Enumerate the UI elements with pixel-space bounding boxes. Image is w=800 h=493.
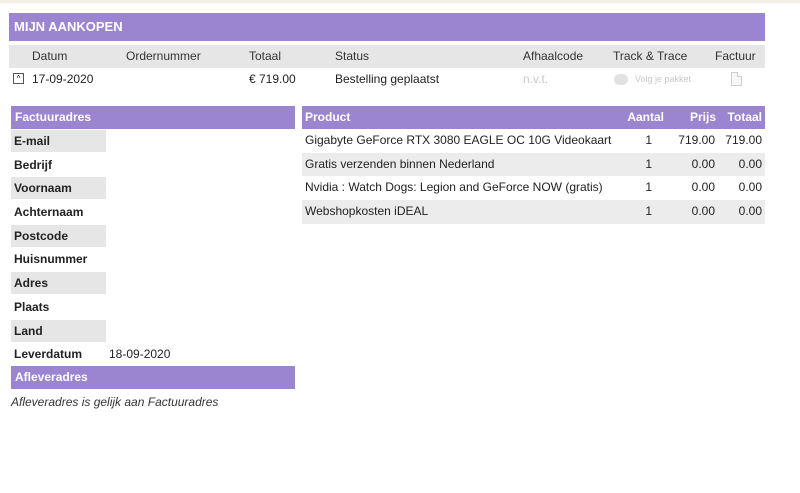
order-total: € 719.00 bbox=[249, 72, 296, 86]
col-prijs: Prijs bbox=[689, 110, 716, 124]
billing-label: Adres bbox=[11, 272, 106, 295]
delivery-note: Afleveradres is gelijk aan Factuuradres bbox=[11, 395, 219, 409]
billing-address-table: E-mail Bedrijf Voornaam Achternaam Postc… bbox=[11, 130, 295, 367]
billing-row-housenumber: Huisnummer bbox=[11, 248, 295, 272]
product-price: 0.00 bbox=[691, 204, 715, 219]
product-price: 719.00 bbox=[678, 133, 715, 147]
col-product: Product bbox=[305, 110, 351, 124]
billing-row-company: Bedrijf bbox=[11, 154, 295, 178]
billing-header: Factuuradres bbox=[11, 106, 295, 129]
billing-value: 18-09-2020 bbox=[109, 347, 171, 362]
col-aantal: Aantal bbox=[627, 110, 664, 124]
order-status: Bestelling geplaatst bbox=[335, 72, 440, 86]
product-total: 719.00 bbox=[725, 133, 762, 147]
order-row: ^ 17-09-2020 € 719.00 Bestelling geplaat… bbox=[9, 68, 765, 91]
billing-row-postcode: Postcode bbox=[11, 224, 295, 249]
col-track-trace: Track & Trace bbox=[613, 49, 688, 63]
billing-label: Achternaam bbox=[14, 205, 84, 220]
billing-row-city: Plaats bbox=[11, 296, 295, 320]
product-total: 0.00 bbox=[738, 180, 762, 195]
order-date: 17-09-2020 bbox=[32, 72, 94, 86]
track-trace-icon[interactable] bbox=[614, 74, 628, 85]
products-table: Product Aantal Prijs Totaal Gigabyte GeF… bbox=[302, 106, 765, 224]
products-table-header: Product Aantal Prijs Totaal bbox=[302, 106, 765, 129]
col-datum: Datum bbox=[32, 49, 68, 63]
col-afhaalcode: Afhaalcode bbox=[523, 49, 584, 63]
billing-label: Land bbox=[11, 319, 106, 342]
product-row: Webshopkosten iDEAL 1 0.00 0.00 bbox=[302, 200, 765, 224]
col-ordernummer: Ordernummer bbox=[126, 49, 201, 63]
billing-label: Huisnummer bbox=[14, 252, 88, 267]
collapse-toggle-icon[interactable]: ^ bbox=[13, 73, 24, 84]
billing-row-email: E-mail bbox=[11, 130, 295, 154]
top-border bbox=[0, 0, 800, 3]
product-name: Gigabyte GeForce RTX 3080 EAGLE OC 10G V… bbox=[305, 133, 612, 147]
invoice-pdf-icon[interactable] bbox=[731, 72, 742, 86]
product-row: Gratis verzenden binnen Nederland 1 0.00… bbox=[302, 152, 765, 177]
delivery-header: Afleveradres bbox=[11, 366, 295, 389]
product-total: 0.00 bbox=[738, 156, 762, 171]
product-row: Nvidia : Watch Dogs: Legion and GeForce … bbox=[302, 176, 765, 200]
col-totaal: Totaal bbox=[249, 49, 282, 63]
col-factuur: Factuur bbox=[715, 49, 756, 63]
col-totaal: Totaal bbox=[727, 110, 762, 124]
billing-label: Leverdatum bbox=[14, 347, 83, 362]
product-name: Webshopkosten iDEAL bbox=[305, 204, 429, 219]
product-price: 0.00 bbox=[691, 180, 715, 195]
product-total: 0.00 bbox=[738, 204, 762, 219]
billing-label: Postcode bbox=[11, 224, 106, 247]
billing-label: Plaats bbox=[14, 299, 50, 314]
billing-row-firstname: Voornaam bbox=[11, 177, 295, 201]
product-row: Gigabyte GeForce RTX 3080 EAGLE OC 10G V… bbox=[302, 129, 765, 153]
product-name: Nvidia : Watch Dogs: Legion and GeForce … bbox=[305, 180, 603, 195]
billing-label: Bedrijf bbox=[14, 157, 53, 172]
billing-label: E-mail bbox=[11, 130, 106, 152]
product-qty: 1 bbox=[645, 204, 652, 219]
billing-row-delivery-date: Leverdatum 18-09-2020 bbox=[11, 343, 295, 367]
product-price: 0.00 bbox=[691, 156, 715, 171]
product-qty: 1 bbox=[645, 180, 652, 195]
orders-table-header: Datum Ordernummer Totaal Status Afhaalco… bbox=[9, 45, 765, 68]
billing-label: Voornaam bbox=[11, 177, 106, 200]
billing-row-lastname: Achternaam bbox=[11, 201, 295, 225]
product-qty: 1 bbox=[645, 133, 652, 147]
track-trace-link[interactable]: Volg je pakket bbox=[635, 68, 691, 91]
product-qty: 1 bbox=[645, 156, 652, 171]
col-status: Status bbox=[335, 49, 370, 63]
product-name: Gratis verzenden binnen Nederland bbox=[305, 156, 495, 171]
page-title: MIJN AANKOPEN bbox=[9, 13, 765, 41]
pickup-code: n.v.t. bbox=[523, 72, 549, 86]
billing-row-address: Adres bbox=[11, 272, 295, 296]
billing-row-country: Land bbox=[11, 319, 295, 344]
